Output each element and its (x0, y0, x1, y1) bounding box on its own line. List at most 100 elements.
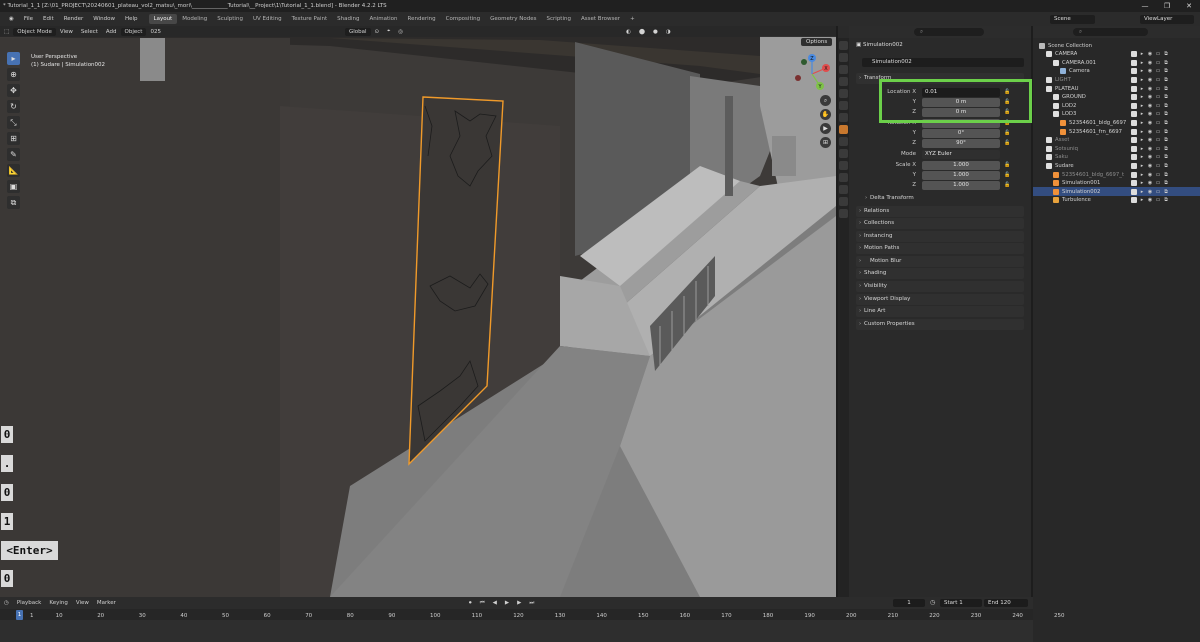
render-icon[interactable]: ▭ (1155, 163, 1161, 169)
scale-icon[interactable]: ⤡ (7, 116, 20, 129)
viewport-menu-view[interactable]: View (56, 29, 77, 35)
eye-icon[interactable]: ◉ (1147, 94, 1153, 100)
options-button[interactable]: Options (801, 38, 833, 46)
eye-icon[interactable]: ◉ (1147, 163, 1153, 169)
selectable-icon[interactable]: ▸ (1139, 137, 1145, 143)
render-icon[interactable]: ▭ (1155, 60, 1161, 66)
minimize-button[interactable]: — (1134, 2, 1156, 10)
selectable-icon[interactable]: ▸ (1139, 154, 1145, 160)
playhead[interactable]: 1 (16, 610, 23, 620)
record-icon[interactable]: ⏺ (465, 600, 476, 607)
object-name-field[interactable]: Simulation002 (862, 58, 1024, 67)
holdout-icon[interactable]: ⧉ (1163, 129, 1169, 135)
render-icon[interactable]: ▭ (1155, 111, 1161, 117)
holdout-icon[interactable]: ⧉ (1163, 86, 1169, 92)
eye-icon[interactable]: ◉ (1147, 103, 1153, 109)
snap-icon[interactable]: ⌖ (383, 28, 394, 35)
jump-end-icon[interactable]: ⏭ (525, 600, 538, 607)
eye-icon[interactable]: ◉ (1147, 172, 1153, 178)
render-icon[interactable]: ▭ (1155, 154, 1161, 160)
selectable-icon[interactable]: ▸ (1139, 197, 1145, 203)
eye-icon[interactable]: ◉ (1147, 154, 1153, 160)
rotation-mode-select[interactable]: XYZ Euler (922, 150, 1000, 159)
viewport-display-panel-header[interactable]: Viewport Display (856, 294, 1024, 305)
current-frame-field[interactable]: 1 (893, 599, 925, 607)
selectable-icon[interactable]: ▸ (1139, 51, 1145, 57)
scale-z-field[interactable]: 1.000 (922, 181, 1000, 190)
play-icon[interactable]: ▶ (501, 600, 513, 606)
scale-y-field[interactable]: 1.000 (922, 171, 1000, 180)
eye-icon[interactable]: ◉ (1147, 189, 1153, 195)
selectable-icon[interactable]: ▸ (1139, 129, 1145, 135)
orientation-selector[interactable]: Global (344, 27, 371, 36)
shading-material-icon[interactable]: ◑ (662, 29, 675, 35)
render-icon[interactable]: ▭ (1155, 94, 1161, 100)
exclude-checkbox[interactable] (1131, 102, 1137, 109)
viewport-menu-object[interactable]: Object (120, 27, 147, 36)
overlay-icon[interactable]: ⬤ (635, 29, 649, 35)
selectable-icon[interactable]: ▸ (1139, 77, 1145, 83)
render-icon[interactable]: ▭ (1155, 180, 1161, 186)
end-frame-field[interactable]: End 120 (984, 599, 1028, 607)
physics-tab-icon[interactable] (839, 161, 848, 170)
visibility-icon[interactable]: ◐ (622, 29, 635, 35)
render-icon[interactable]: ▭ (1155, 68, 1161, 74)
eye-icon[interactable]: ◉ (1147, 60, 1153, 66)
render-icon[interactable]: ▭ (1155, 51, 1161, 57)
mode-selector[interactable]: Object Mode (13, 27, 56, 36)
tab-scripting[interactable]: Scripting (542, 14, 576, 24)
exclude-checkbox[interactable] (1131, 119, 1137, 126)
proportional-edit-icon[interactable]: ◎ (394, 29, 407, 35)
annotate-icon[interactable]: ✎ (7, 148, 20, 161)
holdout-icon[interactable]: ⧉ (1163, 163, 1169, 169)
eye-icon[interactable]: ◉ (1147, 180, 1153, 186)
pivot-icon[interactable]: ⊙ (371, 29, 384, 35)
holdout-icon[interactable]: ⧉ (1163, 172, 1169, 178)
viewport-menu-select[interactable]: Select (77, 29, 102, 35)
exclude-checkbox[interactable] (1131, 197, 1137, 204)
custom-properties-panel-header[interactable]: Custom Properties (856, 319, 1024, 330)
exclude-checkbox[interactable] (1131, 128, 1137, 135)
render-icon[interactable]: ▭ (1155, 86, 1161, 92)
particles-tab-icon[interactable] (839, 149, 848, 158)
render-icon[interactable]: ▭ (1155, 137, 1161, 143)
zoom-icon[interactable]: ⌕ (820, 95, 831, 106)
menu-render[interactable]: Render (59, 16, 89, 22)
close-button[interactable]: ✕ (1178, 2, 1200, 10)
scene-selector[interactable]: Scene (1050, 14, 1095, 24)
clock-icon[interactable]: ◷ (930, 599, 935, 606)
add-cube-icon[interactable]: ▣ (7, 180, 20, 193)
cursor-icon[interactable]: ⊕ (7, 68, 20, 81)
prev-keyframe-icon[interactable]: ◀ (489, 600, 501, 606)
exclude-checkbox[interactable] (1131, 162, 1137, 169)
tab-shading[interactable]: Shading (332, 14, 364, 24)
tab-modeling[interactable]: Modeling (177, 14, 212, 24)
exclude-checkbox[interactable] (1131, 51, 1137, 58)
menu-help[interactable]: Help (120, 16, 143, 22)
camera-view-icon[interactable]: ▶ (820, 123, 831, 134)
eye-icon[interactable]: ◉ (1147, 86, 1153, 92)
output-tab-icon[interactable] (839, 65, 848, 74)
exclude-checkbox[interactable] (1131, 188, 1137, 195)
menu-file[interactable]: File (19, 16, 38, 22)
holdout-icon[interactable]: ⧉ (1163, 120, 1169, 126)
exclude-checkbox[interactable] (1131, 94, 1137, 101)
selectable-icon[interactable]: ▸ (1139, 60, 1145, 66)
render-icon[interactable]: ▭ (1155, 77, 1161, 83)
eye-icon[interactable]: ◉ (1147, 77, 1153, 83)
exclude-checkbox[interactable] (1131, 154, 1137, 161)
eye-icon[interactable]: ◉ (1147, 129, 1153, 135)
jump-start-icon[interactable]: ⏮ (476, 600, 489, 607)
blender-logo-icon[interactable]: ◉ (4, 16, 19, 22)
delta-transform-header[interactable]: Delta Transform (862, 193, 1024, 204)
selectable-icon[interactable]: ▸ (1139, 103, 1145, 109)
add-object-icon[interactable]: ⧉ (7, 196, 20, 209)
tab-animation[interactable]: Animation (364, 14, 402, 24)
timeline-editor-icon[interactable]: ◷ (0, 600, 13, 606)
start-frame-field[interactable]: Start 1 (940, 599, 982, 607)
view-layer-selector[interactable]: ViewLayer (1140, 14, 1194, 24)
visibility-panel-header[interactable]: Visibility (856, 281, 1024, 292)
scene-tab-icon[interactable] (839, 89, 848, 98)
constraints-tab-icon[interactable] (839, 173, 848, 182)
holdout-icon[interactable]: ⧉ (1163, 60, 1169, 66)
